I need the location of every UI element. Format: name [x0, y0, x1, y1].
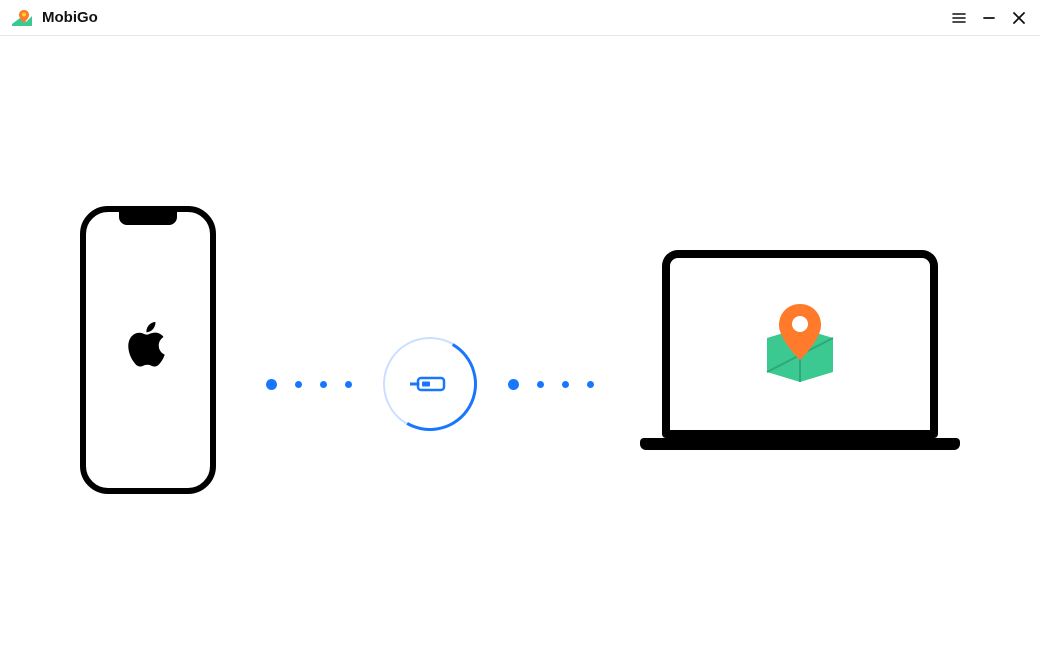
laptop-base: [640, 438, 960, 450]
laptop-illustration: [640, 250, 960, 450]
apple-logo-icon: [127, 319, 169, 374]
dot-icon: [537, 381, 544, 388]
dot-icon: [320, 381, 327, 388]
phone-body: [80, 206, 216, 494]
phone-notch: [119, 211, 177, 225]
dots-right: [508, 379, 594, 390]
titlebar-left: MobiGo: [10, 6, 98, 30]
minimize-icon: [981, 10, 997, 26]
minimize-button[interactable]: [974, 3, 1004, 33]
dot-icon: [508, 379, 519, 390]
app-logo-icon: [10, 6, 34, 30]
laptop-screen: [662, 250, 938, 438]
titlebar: MobiGo: [0, 0, 1040, 36]
phone-illustration: [80, 206, 216, 494]
dot-icon: [345, 381, 352, 388]
hamburger-menu-icon: [951, 10, 967, 26]
main-content: [0, 36, 1040, 660]
cable-status-circle: [383, 337, 477, 431]
dot-icon: [562, 381, 569, 388]
close-button[interactable]: [1004, 3, 1034, 33]
close-icon: [1011, 10, 1027, 26]
dots-left: [266, 379, 352, 390]
app-title: MobiGo: [42, 9, 98, 26]
menu-button[interactable]: [944, 3, 974, 33]
dot-icon: [295, 381, 302, 388]
connection-indicator: [266, 344, 594, 424]
usb-cable-icon: [410, 374, 450, 394]
dot-icon: [266, 379, 277, 390]
location-pin-map-icon: [761, 300, 839, 388]
titlebar-controls: [944, 3, 1034, 33]
dot-icon: [587, 381, 594, 388]
